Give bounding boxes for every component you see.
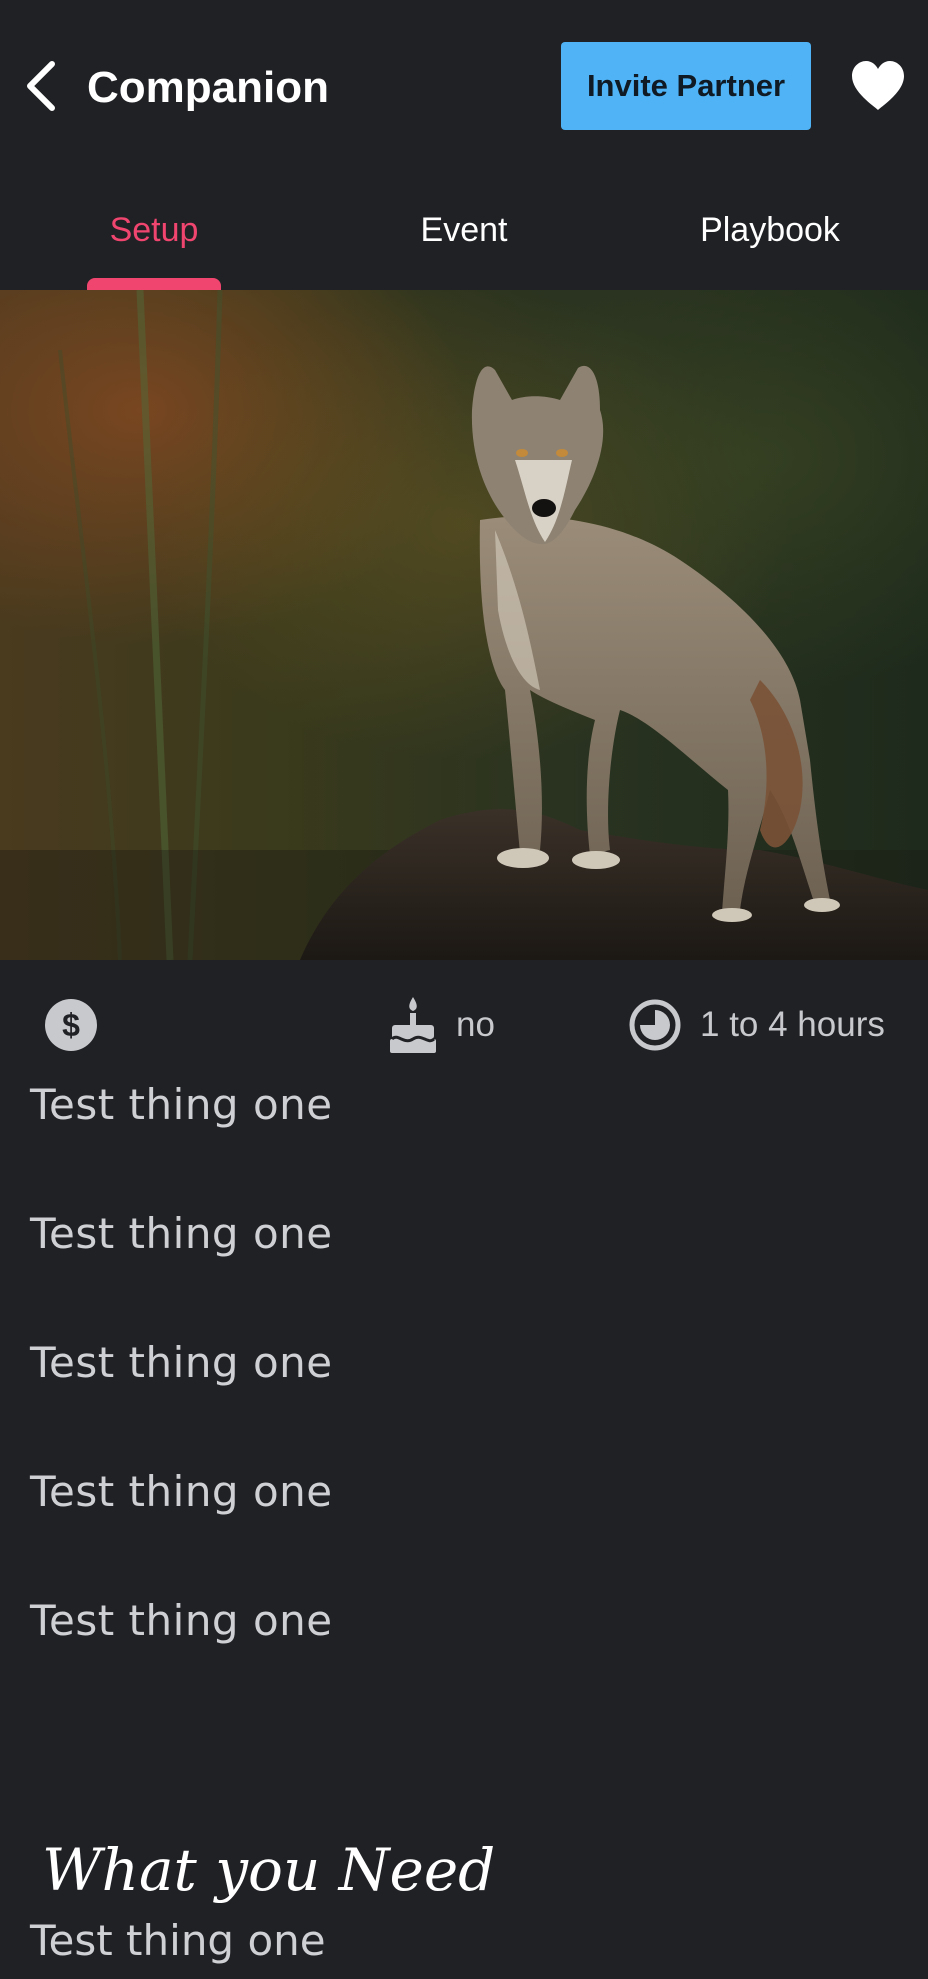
tab-bar: Setup Event Playbook [0, 170, 928, 290]
back-button[interactable] [18, 58, 62, 114]
list-item: Test thing one [30, 1467, 333, 1516]
heart-icon [852, 61, 904, 110]
chevron-left-icon [27, 61, 55, 111]
info-row: $ no 1 to 4 hours [0, 990, 928, 1060]
dollar-icon: $ [45, 999, 97, 1051]
duration-value: 1 to 4 hours [700, 1005, 885, 1044]
list-item: Test thing one [30, 1596, 333, 1645]
occasion-value: no [456, 1005, 495, 1044]
items-list: Test thing one Test thing one Test thing… [30, 1070, 900, 1715]
active-tab-indicator [87, 278, 221, 290]
clock-icon [629, 999, 681, 1051]
list-item: Test thing one [30, 1080, 333, 1129]
tab-event[interactable]: Event [370, 200, 558, 260]
list-item: Test thing one [30, 1209, 333, 1258]
duration-info: 1 to 4 hours [628, 990, 885, 1060]
occasion-info: no [388, 990, 495, 1060]
page-title: Companion [87, 63, 329, 112]
invite-partner-button[interactable]: Invite Partner [561, 42, 811, 130]
app-bar: Companion Invite Partner [0, 0, 928, 170]
tab-playbook[interactable]: Playbook [670, 200, 870, 260]
hero-image-wolf [0, 290, 928, 960]
need-list-item: Test thing one [30, 1916, 326, 1965]
favorite-button[interactable] [848, 58, 908, 114]
cost-info: $ [44, 990, 98, 1060]
svg-text:$: $ [62, 1007, 80, 1043]
list-item: Test thing one [30, 1338, 333, 1387]
section-title-what-you-need: What you Need [42, 1836, 496, 1904]
birthday-cake-icon [390, 997, 436, 1053]
tab-setup[interactable]: Setup [67, 200, 241, 260]
